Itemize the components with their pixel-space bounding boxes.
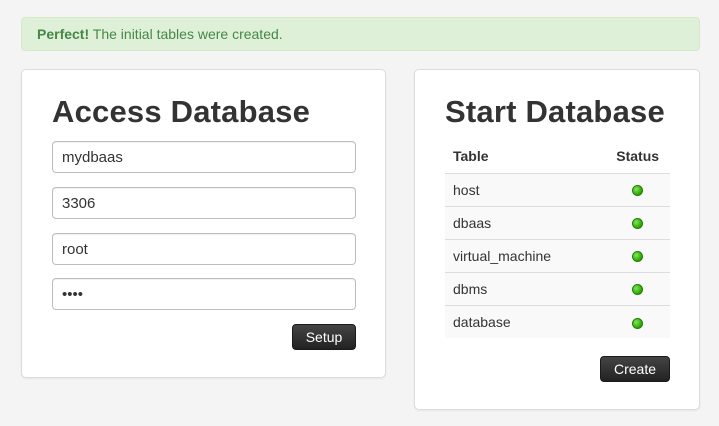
status-column-header: Status <box>616 148 660 165</box>
table-name-cell: dbaas <box>445 205 606 239</box>
start-database-title: Start Database <box>445 94 665 129</box>
alert-strong-text: Perfect! <box>37 26 90 42</box>
table-row: dbms <box>445 271 670 305</box>
table-row: dbaas <box>445 205 670 239</box>
user-input[interactable] <box>52 233 356 265</box>
table-row: virtual_machine <box>445 238 670 272</box>
host-input[interactable] <box>52 141 356 173</box>
table-name-cell: database <box>445 304 606 338</box>
setup-button[interactable]: Setup <box>292 324 356 350</box>
table-column-header: Table <box>453 148 489 165</box>
table-row: database <box>445 304 670 338</box>
tables-status-table: Table Status host dbaas virtual_machine … <box>445 140 670 338</box>
green-status-dot-icon <box>632 251 644 263</box>
access-database-title: Access Database <box>52 94 311 129</box>
table-name-cell: virtual_machine <box>445 238 606 272</box>
table-name-cell: host <box>445 172 606 206</box>
success-alert: Perfect! The initial tables were created… <box>21 17 700 51</box>
alert-message: The initial tables were created. <box>92 26 283 42</box>
access-database-panel: Access Database Setup <box>21 69 386 378</box>
table-row: host <box>445 172 670 206</box>
green-status-dot-icon <box>632 218 644 230</box>
start-database-panel: Start Database Table Status host dbaas v… <box>414 69 700 410</box>
table-header-row: Table Status <box>445 140 670 173</box>
green-status-dot-icon <box>632 284 644 296</box>
create-button[interactable]: Create <box>600 356 670 382</box>
password-input[interactable] <box>52 278 356 310</box>
table-name-cell: dbms <box>445 271 606 305</box>
green-status-dot-icon <box>632 185 644 197</box>
green-status-dot-icon <box>632 317 644 329</box>
port-input[interactable] <box>52 187 356 219</box>
